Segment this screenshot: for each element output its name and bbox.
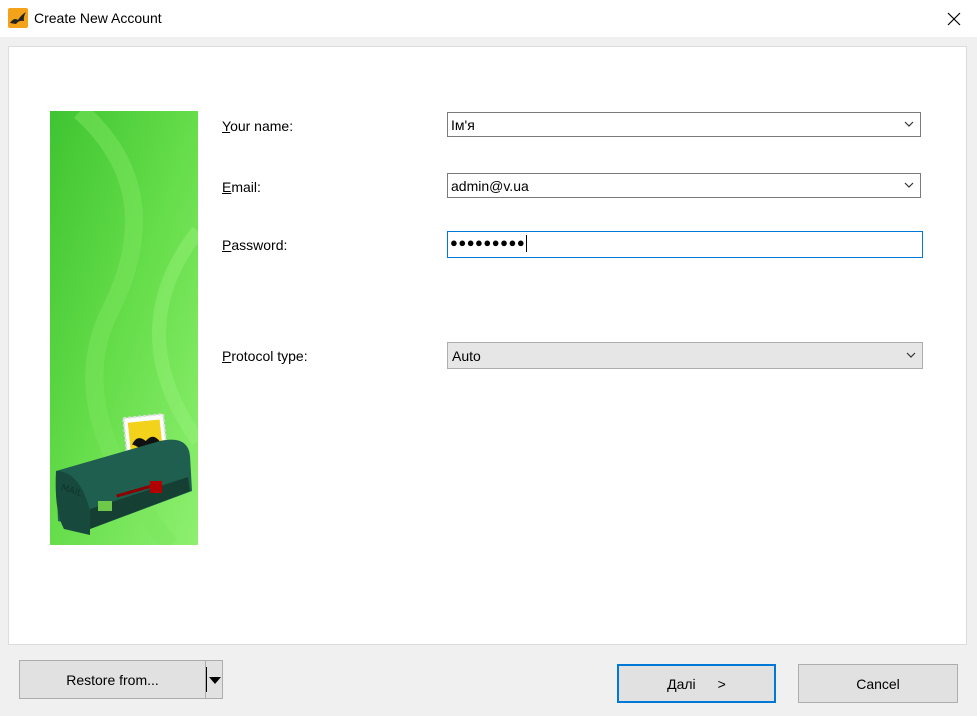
window-title: Create New Account xyxy=(34,10,162,26)
next-arrow-glyph: > xyxy=(717,675,726,692)
restore-from-button[interactable]: Restore from... xyxy=(19,660,205,699)
your-name-combobox[interactable]: Ім'я xyxy=(447,112,921,137)
form-panel: MAIL Your name: Email: Password: Protoco… xyxy=(8,46,967,645)
the-bat-app-icon xyxy=(8,8,28,28)
dropdown-arrow-icon xyxy=(209,677,221,684)
cancel-label: Cancel xyxy=(856,675,900,692)
protocol-type-select[interactable]: Auto xyxy=(447,342,923,369)
password-value: ●●●●●●●●● xyxy=(450,235,528,253)
password-field[interactable]: ●●●●●●●●● xyxy=(447,231,923,258)
protocol-type-value: Auto xyxy=(452,348,481,364)
your-name-label: Your name: xyxy=(222,118,294,134)
chevron-down-icon[interactable] xyxy=(904,182,914,189)
cancel-button[interactable]: Cancel xyxy=(798,664,958,703)
next-button-content: Далі > xyxy=(667,676,726,692)
close-button[interactable] xyxy=(930,0,977,37)
chevron-down-icon[interactable] xyxy=(904,121,914,128)
text-caret xyxy=(526,235,528,253)
restore-from-label: Restore from... xyxy=(66,671,159,688)
email-combobox[interactable]: admin@v.ua xyxy=(447,173,921,198)
protocol-type-label: Protocol type: xyxy=(222,348,308,364)
next-button[interactable]: Далі > xyxy=(617,664,776,703)
close-icon xyxy=(947,12,960,25)
your-name-value: Ім'я xyxy=(451,117,475,133)
next-label: Далі xyxy=(667,675,696,692)
email-label: Email: xyxy=(222,179,261,195)
mailbox-banner-image: MAIL xyxy=(50,111,198,545)
chevron-down-icon[interactable] xyxy=(906,352,916,359)
restore-dropdown-button[interactable] xyxy=(205,660,223,699)
title-bar: Create New Account xyxy=(0,0,977,37)
password-label: Password: xyxy=(222,237,288,253)
email-value: admin@v.ua xyxy=(451,178,529,194)
